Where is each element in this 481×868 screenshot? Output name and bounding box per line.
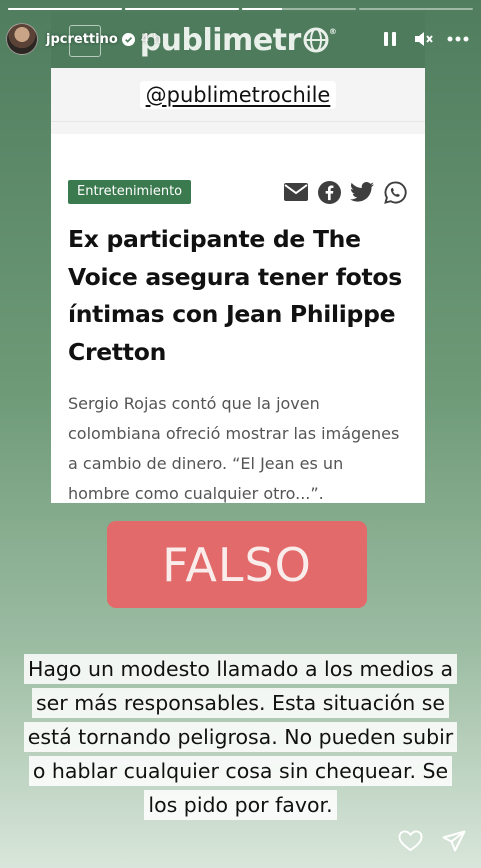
instagram-handle: @publimetrochile xyxy=(139,80,337,109)
progress-segment xyxy=(242,8,356,10)
falso-sticker: FALSO xyxy=(107,521,367,608)
article-summary: Sergio Rojas contó que la joven colombia… xyxy=(68,394,400,503)
article: Entretenimiento Ex participante de The V… xyxy=(51,134,425,503)
verified-badge-icon xyxy=(121,32,135,46)
heart-icon xyxy=(398,830,422,852)
mute-button[interactable] xyxy=(409,24,439,54)
story-caption: Hago un modesto llamado a los medios a s… xyxy=(20,652,461,822)
username[interactable]: jpcrettino xyxy=(46,32,118,47)
send-icon xyxy=(442,830,466,852)
story-progress xyxy=(8,8,473,10)
progress-segment xyxy=(359,8,473,10)
email-icon xyxy=(284,180,308,204)
handle-bar: @publimetrochile xyxy=(51,68,425,122)
caption-text: Hago un modesto llamado a los medios a s… xyxy=(23,654,458,820)
story-view: publimetr ® @publimetrochile Entretenimi… xyxy=(0,0,481,868)
pause-button[interactable] xyxy=(375,24,405,54)
share-icons xyxy=(284,180,407,204)
post-time: 4 h xyxy=(140,31,162,47)
falso-text: FALSO xyxy=(162,537,312,592)
progress-segment xyxy=(8,8,122,10)
story-footer xyxy=(397,828,467,854)
twitter-icon xyxy=(350,180,374,204)
facebook-icon xyxy=(317,180,341,204)
whatsapp-icon xyxy=(383,180,407,204)
article-headline: Ex participante de The Voice asegura ten… xyxy=(68,225,402,366)
story-header: jpcrettino 4 h xyxy=(6,22,473,56)
article-meta-row: Entretenimiento xyxy=(68,180,407,204)
progress-segment xyxy=(125,8,239,10)
more-icon xyxy=(447,36,469,42)
more-options-button[interactable] xyxy=(443,24,473,54)
article-screenshot: publimetr ® @publimetrochile Entretenimi… xyxy=(51,12,425,503)
category-badge: Entretenimiento xyxy=(68,180,192,204)
avatar[interactable] xyxy=(6,23,38,55)
mute-icon xyxy=(415,32,433,46)
pause-icon xyxy=(384,32,396,46)
like-button[interactable] xyxy=(397,828,423,854)
send-button[interactable] xyxy=(441,828,467,854)
